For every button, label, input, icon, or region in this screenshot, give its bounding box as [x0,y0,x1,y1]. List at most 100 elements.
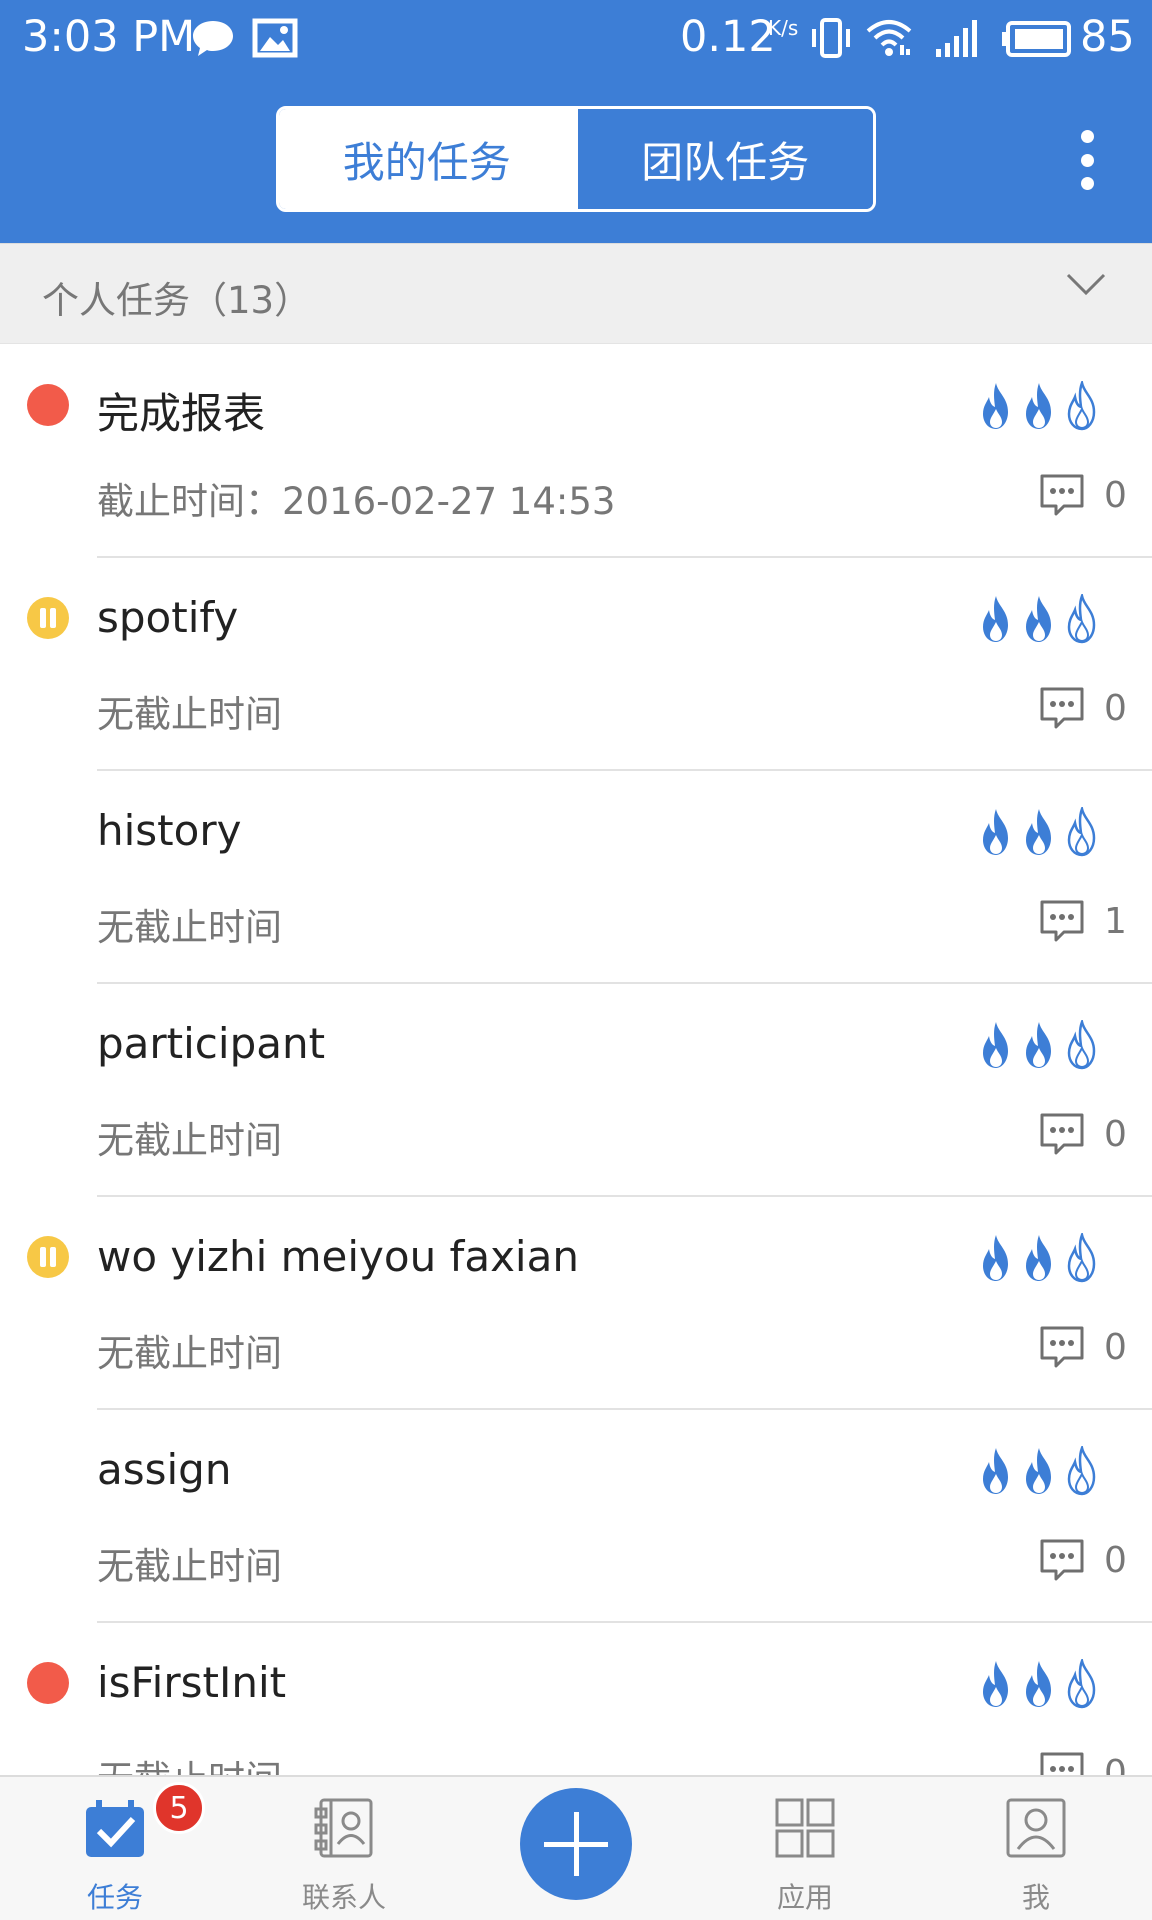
flame-outline-icon [1067,381,1096,431]
comment-icon[interactable] [1038,1750,1086,1775]
battery-icon [1002,21,1071,57]
status-paused-icon [27,597,69,639]
app-header: 3:03 PM 0.12 K/s 85 我的任务 团队任务 [0,0,1152,243]
vibrate-icon [812,18,850,58]
nav-item-me[interactable]: 我 [956,1777,1116,1920]
more-dot [1080,130,1094,143]
wifi-icon [866,20,912,56]
flame-filled-icon [983,809,1008,855]
task-deadline: 无截止时间 [97,1332,282,1375]
task-group-label: 个人任务（13） [42,279,312,322]
flame-filled-icon [1026,809,1051,855]
flame-filled-icon [1026,1022,1051,1068]
comment-icon[interactable] [1038,898,1086,946]
more-dot [1080,177,1094,190]
comment-icon[interactable] [1038,1324,1086,1372]
status-bar: 3:03 PM 0.12 K/s 85 [0,0,1152,78]
task-row[interactable]: history 无截止时间 1 [0,771,1152,984]
task-title: participant [97,1019,326,1068]
flame-outline-icon [1067,1446,1096,1496]
task-title: spotify [97,593,239,642]
nav-label-apps: 应用 [776,1881,833,1914]
contacts-book-icon [314,1798,373,1858]
flame-filled-icon [1026,1448,1051,1494]
comment-count: 0 [1104,1327,1127,1368]
priority-rating[interactable] [975,1020,1125,1072]
flame-filled-icon [1026,383,1051,429]
chevron-down-icon[interactable] [1066,272,1106,296]
more-vertical-icon[interactable] [1062,130,1112,190]
image-icon [252,18,298,58]
priority-rating[interactable] [975,807,1125,859]
flame-filled-icon [983,1022,1008,1068]
priority-rating[interactable] [975,1659,1125,1711]
net-speed-unit: K/s [768,16,799,40]
chat-bubble-icon [193,21,233,56]
comment-icon[interactable] [1038,685,1086,733]
priority-rating[interactable] [975,381,1125,433]
nav-label-contacts: 联系人 [301,1881,386,1914]
flame-filled-icon [983,1448,1008,1494]
task-scope-segmented-control: 我的任务 团队任务 [276,106,876,212]
flame-filled-icon [1026,1235,1051,1281]
task-title: history [97,806,242,855]
comment-count: 0 [1104,475,1127,516]
flame-filled-icon [983,1661,1008,1707]
task-row[interactable]: 完成报表截止时间：2016-02-27 14:53 0 [0,345,1152,558]
nav-item-contacts[interactable]: 联系人 [264,1777,424,1920]
task-count-badge: 5 [153,1782,205,1834]
comment-icon[interactable] [1038,472,1086,520]
nav-item-apps[interactable]: 应用 [725,1777,885,1920]
signal-icon [936,20,977,57]
flame-filled-icon [983,383,1008,429]
flame-filled-icon [983,596,1008,642]
task-row[interactable]: participant 无截止时间 0 [0,984,1152,1197]
flame-filled-icon [1026,596,1051,642]
battery-level: 85 [1080,12,1135,62]
priority-rating[interactable] [975,1233,1125,1285]
task-title: isFirstInit [97,1658,287,1707]
flame-outline-icon [1067,594,1096,644]
task-title: assign [97,1445,232,1494]
nav-label-me: 我 [1021,1881,1050,1914]
status-paused-icon [27,1236,69,1278]
flame-outline-icon [1067,1020,1096,1070]
comment-icon[interactable] [1038,1537,1086,1585]
priority-rating[interactable] [975,594,1125,646]
comment-icon[interactable] [1038,1111,1086,1159]
net-speed: 0.12 [680,12,776,62]
flame-outline-icon [1067,1233,1096,1283]
task-deadline: 无截止时间 [97,1119,282,1162]
flame-outline-icon [1067,807,1096,857]
nav-label-tasks: 任务 [86,1881,143,1914]
comment-count: 0 [1104,688,1127,729]
comment-count: 0 [1104,1114,1127,1155]
status-overdue-icon [27,384,69,426]
tab-my-tasks[interactable]: 我的任务 [279,109,575,209]
profile-icon [1006,1798,1066,1858]
task-deadline: 无截止时间 [97,693,282,736]
comment-count: 1 [1104,901,1127,942]
task-deadline: 无截止时间 [97,906,282,949]
flame-filled-icon [983,1235,1008,1281]
apps-grid-icon [775,1798,835,1858]
tab-team-tasks[interactable]: 团队任务 [574,109,873,209]
flame-filled-icon [1026,1661,1051,1707]
task-row[interactable]: isFirstInit 无截止时间 0 [0,1623,1152,1775]
task-list: 完成报表截止时间：2016-02-27 14:53 0 spotify 无截止时间 0 h… [0,345,1152,1775]
more-dot [1080,153,1094,167]
add-task-button[interactable] [520,1788,632,1900]
task-deadline: 截止时间：2016-02-27 14:53 [97,480,616,523]
nav-item-tasks[interactable]: 5 任务 [35,1777,205,1920]
priority-rating[interactable] [975,1446,1125,1498]
task-check-icon [86,1800,144,1857]
task-row[interactable]: wo yizhi meiyou faxian 无截止时间 0 [0,1197,1152,1410]
task-row[interactable]: spotify 无截止时间 0 [0,558,1152,771]
task-title: wo yizhi meiyou faxian [97,1232,579,1281]
task-group-header[interactable]: 个人任务（13） [0,243,1152,344]
comment-count: 0 [1104,1540,1127,1581]
comment-count: 0 [1104,1753,1127,1775]
app-root: 3:03 PM 0.12 K/s 85 我的任务 团队任务 个人任务（13） 完… [0,0,1152,1920]
task-row[interactable]: assign 无截止时间 0 [0,1410,1152,1623]
task-title: 完成报表 [97,389,266,438]
